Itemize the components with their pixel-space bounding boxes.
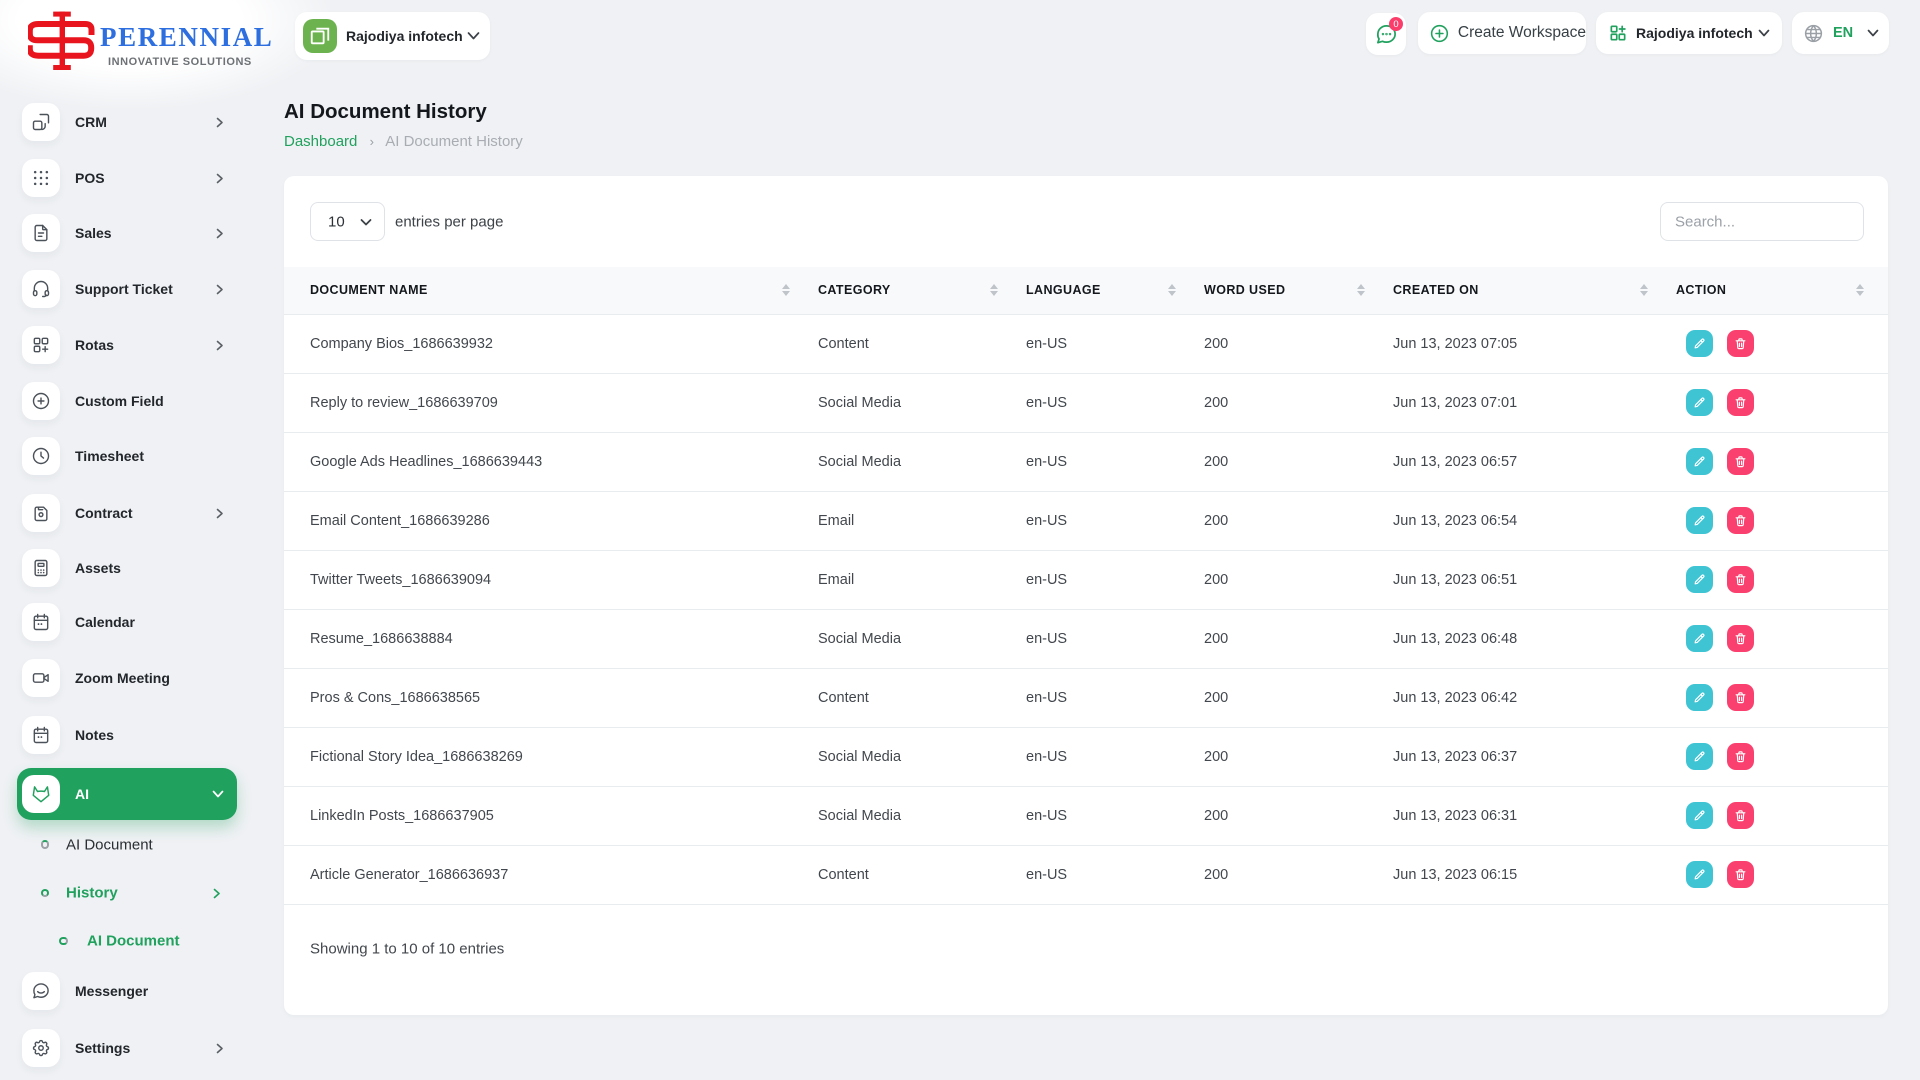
svg-text:INNOVATIVE SOLUTIONS: INNOVATIVE SOLUTIONS <box>108 56 252 68</box>
svg-text:PERENNIAL: PERENNIAL <box>100 22 273 52</box>
